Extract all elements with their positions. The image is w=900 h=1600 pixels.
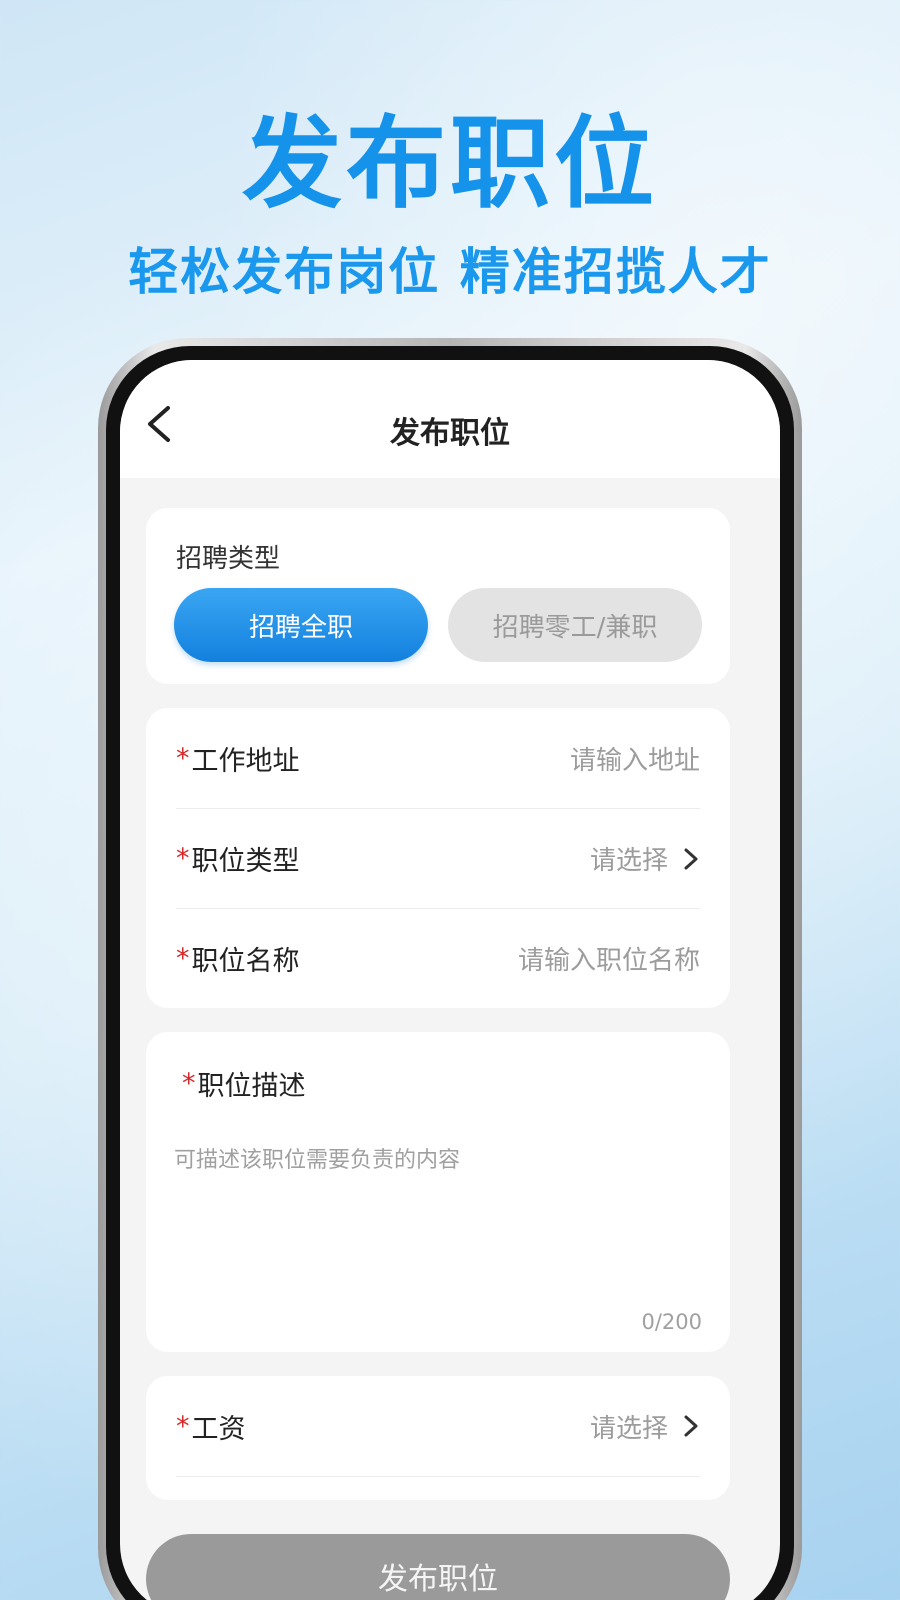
field-label: 职位类型 xyxy=(191,846,300,877)
field-job-name[interactable]: * 职位名称 请输入职位名称 xyxy=(176,908,700,1008)
address-input[interactable]: 请输入地址 xyxy=(570,740,700,777)
publish-job-button[interactable]: 发布职位 xyxy=(146,1534,730,1600)
required-mark: * xyxy=(176,1410,190,1442)
required-mark: * xyxy=(176,742,190,774)
recruit-fulltime-button[interactable]: 招聘全职 xyxy=(174,588,428,662)
recruit-parttime-button[interactable]: 招聘零工/兼职 xyxy=(448,588,702,662)
field-job-type[interactable]: * 职位类型 请选择 xyxy=(176,808,700,908)
hero-title: 发布职位 xyxy=(242,105,658,222)
recruit-type-card: 招聘类型 招聘全职 招聘零工/兼职 xyxy=(146,508,730,684)
description-textarea[interactable]: 可描述该职位需要负责的内容 xyxy=(174,1142,460,1174)
app-screen: 发布职位 招聘类型 招聘全职 招聘零工/兼职 * 工作地址 请输入地址 * 职位… xyxy=(120,360,780,1600)
required-mark: * xyxy=(176,943,190,974)
hero-subtitle: 轻松发布岗位 精准招揽人才 xyxy=(128,243,772,301)
divider xyxy=(176,1476,700,1477)
field-label: 工资 xyxy=(191,1413,246,1445)
required-mark: * xyxy=(182,1068,196,1099)
chevron-right-icon xyxy=(684,848,698,869)
required-mark: * xyxy=(176,843,190,874)
job-name-input[interactable]: 请输入职位名称 xyxy=(518,940,700,977)
job-fields-card: * 工作地址 请输入地址 * 职位类型 请选择 * 职位名称 请输入职位名称 xyxy=(146,708,730,1008)
field-label: 职位名称 xyxy=(191,946,300,977)
page-title: 发布职位 xyxy=(390,416,510,451)
salary-select[interactable]: 请选择 xyxy=(590,1408,700,1445)
salary-card: * 工资 请选择 xyxy=(146,1376,730,1500)
chevron-right-icon xyxy=(684,1415,698,1437)
job-type-select[interactable]: 请选择 xyxy=(590,840,700,877)
char-counter: 0/200 xyxy=(641,1310,702,1334)
recruit-type-label: 招聘类型 xyxy=(176,544,281,574)
field-salary[interactable]: * 工资 请选择 xyxy=(176,1376,700,1476)
description-label: 职位描述 xyxy=(197,1071,306,1102)
phone-bezel: 发布职位 招聘类型 招聘全职 招聘零工/兼职 * 工作地址 请输入地址 * 职位… xyxy=(106,346,794,1600)
field-work-address[interactable]: * 工作地址 请输入地址 xyxy=(176,708,700,808)
job-description-card: * 职位描述 可描述该职位需要负责的内容 0/200 xyxy=(146,1032,730,1352)
nav-bar: 发布职位 xyxy=(120,360,780,478)
field-label: 工作地址 xyxy=(191,745,300,777)
phone-frame: 发布职位 招聘类型 招聘全职 招聘零工/兼职 * 工作地址 请输入地址 * 职位… xyxy=(98,338,802,1600)
